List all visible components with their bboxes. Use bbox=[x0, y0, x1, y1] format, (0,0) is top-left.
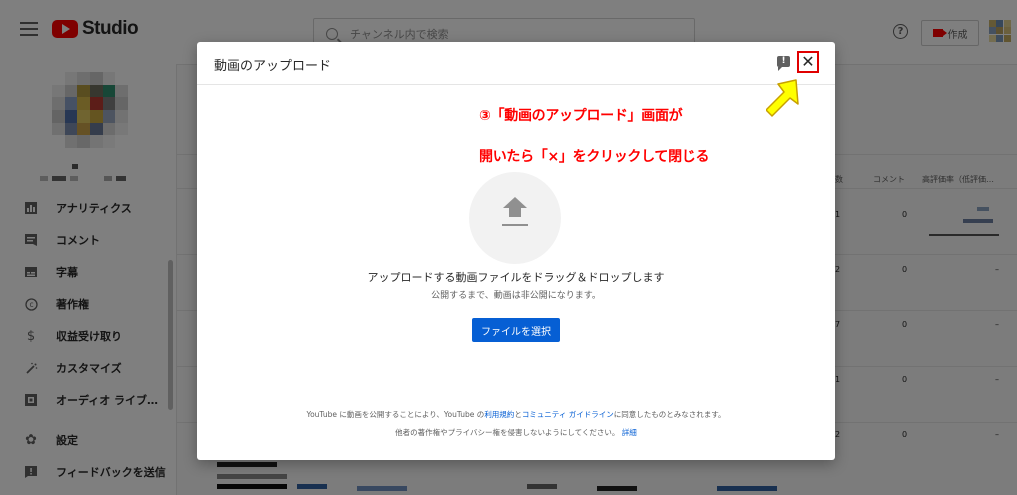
drop-subtext: 公開するまで、動画は非公開になります。 bbox=[431, 291, 601, 301]
upload-icon bbox=[501, 197, 529, 231]
terms-text: YouTube に動画を公開することにより、YouTube の利用規約とコミュニ… bbox=[197, 409, 835, 420]
close-button[interactable]: ✕ bbox=[797, 51, 819, 73]
youtube-studio-page: Studio チャンネル内で検索 ? 作成 bbox=[0, 0, 1017, 495]
annotation-arrow-icon bbox=[766, 79, 799, 117]
dialog-title: 動画のアップロード bbox=[214, 59, 332, 74]
select-file-button[interactable]: ファイルを選択 bbox=[472, 318, 560, 342]
terms-prefix: YouTube に動画を公開することにより、YouTube の bbox=[306, 410, 485, 419]
copyright-notice-text: 他者の著作権やプライバシー権を侵害しないようにしてください。 bbox=[395, 428, 620, 437]
copyright-notice: 他者の著作権やプライバシー権を侵害しないようにしてください。 詳細 bbox=[197, 427, 835, 438]
annotation-text-line1: ③「動画のアップロード」画面が bbox=[479, 108, 683, 124]
terms-and: と bbox=[514, 410, 522, 419]
divider bbox=[197, 84, 835, 85]
learn-more-link[interactable]: 詳細 bbox=[622, 428, 637, 437]
annotation-text-line2: 開いたら「×」をクリックして閉じる bbox=[479, 149, 710, 165]
feedback-icon[interactable]: ! bbox=[777, 56, 790, 71]
terms-of-service-link[interactable]: 利用規約 bbox=[484, 410, 514, 419]
community-guidelines-link[interactable]: コミュニティ ガイドライン bbox=[522, 410, 614, 419]
upload-drop-zone[interactable] bbox=[469, 172, 561, 264]
drop-instructions: アップロードする動画ファイルをドラッグ＆ドロップします bbox=[367, 271, 665, 284]
close-icon: ✕ bbox=[801, 52, 815, 71]
terms-suffix: に同意したものとみなされます。 bbox=[613, 410, 726, 419]
